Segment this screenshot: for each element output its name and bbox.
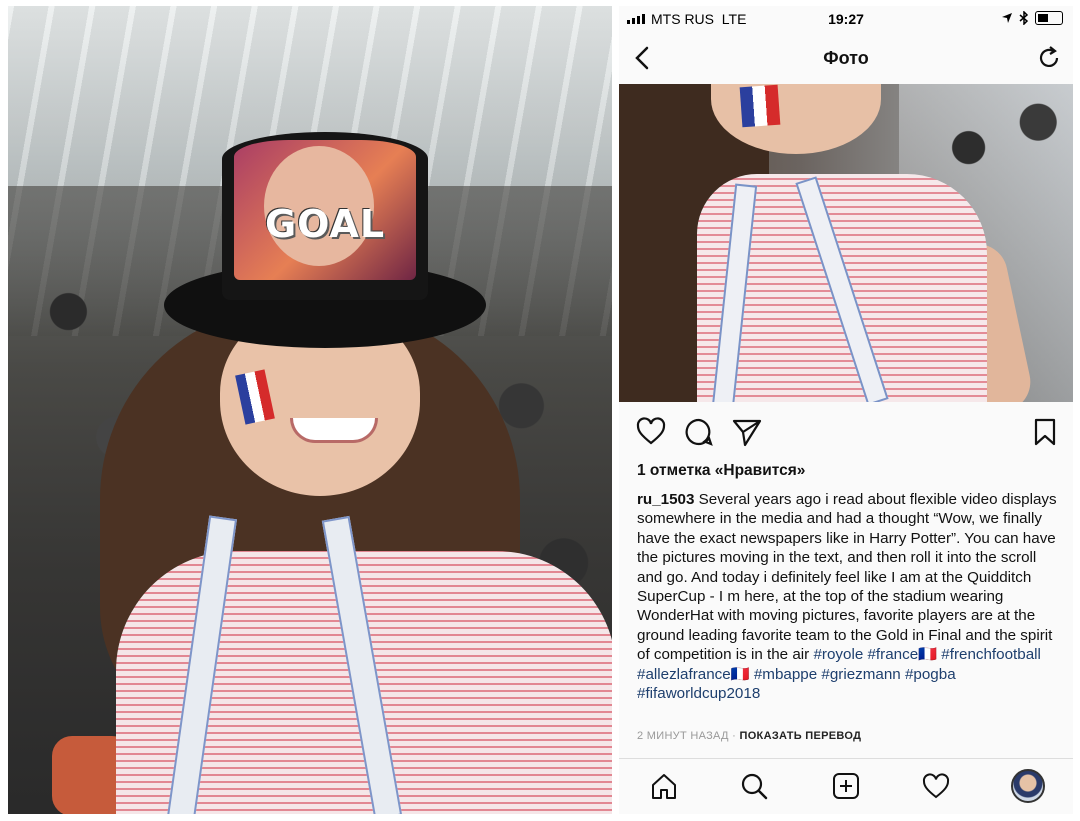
screen-goal-text: GOAL [264, 202, 386, 246]
bluetooth-icon [1019, 11, 1029, 25]
phone-screenshot: MTS RUS LTE 19:27 Фото 1 отметка «Нравит… [619, 6, 1073, 814]
profile-avatar[interactable] [1011, 769, 1045, 803]
share-icon[interactable] [731, 416, 763, 448]
post-actions [619, 406, 1073, 456]
likes-count[interactable]: 1 отметка «Нравится» [637, 462, 805, 480]
tab-bar [619, 758, 1073, 814]
caption-username[interactable]: ru_1503 [637, 491, 694, 508]
home-icon[interactable] [649, 771, 679, 801]
hat-flexible-screen: GOAL [234, 140, 416, 280]
nav-bar: Фото [619, 32, 1073, 85]
show-translation-link[interactable]: ПОКАЗАТЬ ПЕРЕВОД [740, 730, 862, 742]
refresh-icon[interactable] [1035, 44, 1063, 72]
comment-icon[interactable] [683, 416, 715, 448]
bookmark-icon[interactable] [1029, 416, 1061, 448]
activity-heart-icon[interactable] [921, 771, 951, 801]
page-title: Фото [823, 48, 869, 68]
smile [290, 418, 378, 443]
face-paint-flag [739, 84, 781, 128]
caption-text: Several years ago i read about flexible … [637, 491, 1057, 664]
status-bar: MTS RUS LTE 19:27 [619, 6, 1073, 32]
time-ago: 2 МИНУТ НАЗАД [637, 730, 729, 742]
add-post-icon[interactable] [831, 771, 861, 801]
stadium-photo: GOAL [8, 6, 612, 814]
battery-icon [1035, 11, 1063, 25]
heart-icon[interactable] [635, 416, 667, 448]
status-icons [1001, 11, 1063, 25]
post-caption: ru_1503 Several years ago i read about f… [637, 490, 1063, 703]
location-icon [1002, 13, 1012, 23]
post-meta: 2 МИНУТ НАЗАД · ПОКАЗАТЬ ПЕРЕВОД [637, 730, 862, 742]
search-icon[interactable] [739, 771, 769, 801]
post-photo[interactable] [619, 84, 1073, 402]
